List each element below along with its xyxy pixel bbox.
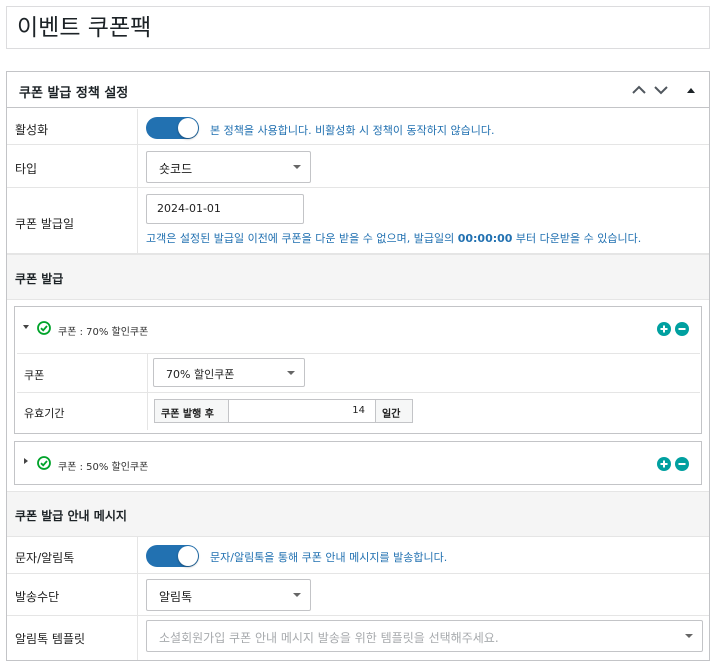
plus-circle-icon[interactable]: [657, 457, 671, 471]
row-active: 활성화 본 정책을 사용합니다. 비활성화 시 정책이 동작하지 않습니다.: [7, 109, 709, 145]
check-circle-icon: [37, 321, 51, 335]
validity-prefix: 쿠폰 발행 후: [154, 399, 229, 423]
minus-circle-icon[interactable]: [675, 457, 689, 471]
active-toggle[interactable]: [146, 117, 199, 139]
chevron-down-icon: [654, 86, 668, 95]
sms-label: 문자/알림톡: [15, 551, 75, 565]
coupon-card: 쿠폰 : 50% 할인쿠폰: [14, 441, 702, 485]
issue-date-label: 쿠폰 발급일: [15, 217, 75, 231]
template-label: 알림톡 템플릿: [15, 632, 86, 646]
panel-header: 쿠폰 발급 정책 설정: [7, 72, 709, 108]
row-issue-date: 쿠폰 발급일 2024-01-01 고객은 설정된 발급일 이전에 쿠폰을 다운…: [7, 188, 709, 254]
template-select-placeholder: 소셜회원가입 쿠폰 안내 메시지 발송을 위한 템플릿을 선택해주세요.: [159, 631, 499, 645]
page-title-field[interactable]: 이벤트 쿠폰팩: [6, 6, 710, 49]
coupon-policy-panel: 쿠폰 발급 정책 설정 활성화 본 정책을 사용합니다. 비활성화 시 정책이 …: [6, 71, 710, 661]
method-select[interactable]: 알림톡: [146, 579, 311, 611]
coupon-select[interactable]: 70% 할인쿠폰: [153, 358, 305, 387]
coupon-row: 쿠폰 70% 할인쿠폰: [17, 353, 700, 392]
coupon-issue-section-header: 쿠폰 발급: [7, 254, 709, 300]
validity-input-group: 쿠폰 발행 후 14 일간: [154, 399, 414, 423]
caret-down-icon: [293, 165, 301, 169]
coupon-label: 쿠폰: [24, 369, 45, 382]
coupon-card-header[interactable]: 쿠폰 : 50% 할인쿠폰: [15, 442, 701, 484]
type-label: 타입: [15, 162, 38, 176]
collapse-triangle-icon: [687, 88, 695, 93]
move-up-button[interactable]: [629, 80, 649, 100]
coupon-issue-section-title: 쿠폰 발급: [15, 272, 64, 286]
row-template: 알림톡 템플릿 소셜회원가입 쿠폰 안내 메시지 발송을 위한 템플릿을 선택해…: [7, 616, 709, 660]
toggle-panel-button[interactable]: [681, 80, 701, 100]
message-section-header: 쿠폰 발급 안내 메시지: [7, 491, 709, 537]
minus-circle-icon[interactable]: [675, 322, 689, 336]
caret-down-icon: [293, 593, 301, 597]
panel-title: 쿠폰 발급 정책 설정: [19, 86, 129, 101]
active-description: 본 정책을 사용합니다. 비활성화 시 정책이 동작하지 않습니다.: [210, 124, 495, 137]
page-title: 이벤트 쿠폰팩: [17, 15, 152, 41]
type-select[interactable]: 숏코드: [146, 151, 311, 183]
row-type: 타입 숏코드: [7, 145, 709, 188]
validity-label: 유효기간: [24, 407, 65, 420]
caret-down-icon: [287, 371, 295, 375]
validity-row: 유효기간 쿠폰 발행 후 14 일간: [17, 392, 700, 430]
sms-toggle[interactable]: [146, 545, 199, 567]
chevron-up-icon: [632, 85, 646, 94]
validity-suffix: 일간: [375, 399, 413, 423]
plus-circle-icon[interactable]: [657, 322, 671, 336]
expand-toggle-icon[interactable]: [23, 325, 29, 329]
active-label: 활성화: [15, 123, 49, 137]
expand-toggle-icon[interactable]: [24, 458, 28, 464]
template-select[interactable]: 소셜회원가입 쿠폰 안내 메시지 발송을 위한 템플릿을 선택해주세요.: [146, 620, 703, 652]
method-label: 발송수단: [15, 590, 60, 604]
coupon-card: 쿠폰 : 70% 할인쿠폰 쿠폰 70% 할인쿠폰 유효기간 쿠폰 발행 후 1…: [14, 306, 702, 434]
row-sms: 문자/알림톡 문자/알림톡을 통해 쿠폰 안내 메시지를 발송합니다.: [7, 537, 709, 574]
type-select-value: 숏코드: [159, 162, 193, 176]
issue-date-description: 고객은 설정된 발급일 이전에 쿠폰을 다운 받을 수 없으며, 발급일의 00…: [146, 232, 642, 245]
coupon-card-title: 쿠폰 : 50% 할인쿠폰: [58, 462, 149, 473]
row-method: 발송수단 알림톡: [7, 574, 709, 616]
check-circle-icon: [37, 456, 51, 470]
issue-date-input[interactable]: 2024-01-01: [146, 194, 304, 224]
coupon-card-header[interactable]: 쿠폰 : 70% 할인쿠폰: [15, 307, 701, 351]
validity-days-input[interactable]: 14: [229, 399, 375, 423]
method-select-value: 알림톡: [159, 590, 193, 604]
coupon-select-value: 70% 할인쿠폰: [166, 368, 235, 381]
sms-description: 문자/알림톡을 통해 쿠폰 안내 메시지를 발송합니다.: [210, 551, 448, 564]
move-down-button[interactable]: [651, 80, 671, 100]
coupon-card-title: 쿠폰 : 70% 할인쿠폰: [58, 327, 149, 338]
message-section-title: 쿠폰 발급 안내 메시지: [15, 509, 127, 523]
caret-down-icon: [685, 634, 693, 638]
